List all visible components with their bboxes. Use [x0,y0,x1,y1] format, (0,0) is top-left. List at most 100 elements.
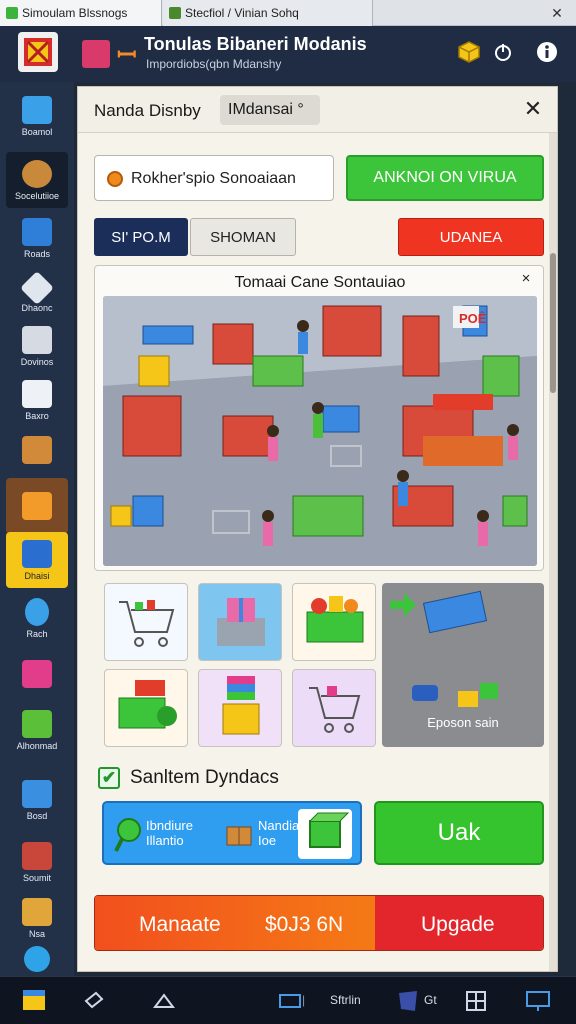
sidebar-item-label: Socelutiioe [14,190,60,201]
browser-tab-2[interactable]: Stecfiol / Vinian Sohq [163,0,373,26]
green-cube-icon [309,812,350,848]
product-tile-pink-cart[interactable] [292,669,376,747]
checkbox[interactable]: ✔ [98,767,120,789]
tab-favicon-icon [169,7,181,19]
dialog-header: Nanda Disnby IMdansai ° ✕ [78,87,557,133]
sanitem-checkbox-row[interactable]: ✔ Sanltem Dyndacs [98,767,279,789]
package-box-icon [226,826,252,846]
update-price-segment[interactable]: Manaate $0J3 6N [95,896,375,950]
update-bar[interactable]: Manaate $0J3 6N Upgade [94,895,544,951]
sidebar-item-label: Roads [23,248,50,259]
magnifier-icon [114,818,141,852]
sidebar-item-3[interactable]: Dhaonc [6,266,68,322]
tab-favicon-icon [6,7,18,19]
box-white-icon [22,379,52,408]
green-basket-icon [306,596,364,643]
sidebar-item-4[interactable]: Dovinos [6,318,68,374]
dialog-chip[interactable]: IMdansai ° [220,95,320,125]
stack-box-icon [222,676,260,735]
sidebar-item-label: Dhaonc [21,302,53,313]
hook-icon: ꟷ [117,42,137,69]
sidebar-item-15[interactable] [6,942,68,976]
grid-apps-icon[interactable] [462,987,490,1015]
sidebar-item-2[interactable]: Roads [6,210,68,266]
product-tile-cart[interactable] [104,583,188,661]
books-icon [22,539,52,568]
app-title: Tonulas Bibaneri Modanis [144,34,367,54]
cookie-icon [22,159,52,188]
upgrade-button[interactable]: Upgade [375,896,543,950]
scene-card: Tomaai Cane Sontauiao × POÊ [94,265,544,571]
sidebar-item-8[interactable]: Dhaisi [6,532,68,588]
promo-art-icon [390,590,498,707]
sidebar-item-6[interactable] [6,422,68,478]
sidebar-item-0[interactable]: Boamol [6,88,68,144]
product-tile-gift[interactable] [198,583,282,661]
sidebar-item-5[interactable]: Baxro [6,372,68,428]
info-icon[interactable] [534,39,560,65]
tab-show-button[interactable]: SHOMAN [190,218,296,256]
sidebar-item-label: Nsа [28,928,45,939]
dialog-title: Nanda Disnby [94,101,201,120]
cube-icon[interactable] [456,39,482,65]
info-text-3: Illantio [146,833,184,848]
dialog-close-icon[interactable]: ✕ [521,97,545,121]
sidebar-item-label: Baxro [25,410,49,421]
sidebar-item-1[interactable]: Socelutiioe [6,152,68,208]
product-tile-stack[interactable] [198,669,282,747]
update-left-label: Manaate [139,913,221,936]
upgrade-label: Upgade [421,913,495,936]
window-icon [22,217,52,246]
product-tile-green-crate[interactable] [104,669,188,747]
scrollbar-thumb[interactable] [550,253,556,393]
search-input[interactable] [131,166,327,192]
tab-shop-button[interactable]: SI' PO.M [94,218,188,256]
keyboard-icon[interactable] [276,987,304,1015]
monitor-icon[interactable] [524,987,552,1015]
app-logo-icon [18,32,58,72]
home-icon[interactable] [150,987,178,1015]
sidebar-item-7[interactable] [6,478,68,534]
cube-blue-icon [22,95,52,124]
pink-cart-icon [309,686,361,733]
search-field[interactable] [94,155,334,201]
sidebar-item-11[interactable]: Alhonmad [6,702,68,758]
sidebar-item-label: Boamol [21,126,53,137]
window-close-icon[interactable]: ✕ [548,4,566,22]
taskbar-text-1[interactable]: Sftrlin [330,993,361,1007]
scrollbar[interactable] [549,133,557,971]
browser-tab-strip: Simoulam Blssnogs Stecfiol / Vinian Sohq… [0,0,576,26]
app-header: ꟷ Tonulas Bibaneri Modanis Impordiobs(qb… [0,26,576,82]
promo-card[interactable]: Eposon sain [382,583,544,747]
scene-close-icon[interactable]: × [517,270,535,288]
tab-label: Simoulam Blssnogs [22,6,128,20]
orb-icon [24,946,50,972]
product-tile-basket[interactable] [292,583,376,661]
taskbar: | Sftrlin Gt [0,976,576,1024]
box-open-icon [20,270,54,305]
power-icon[interactable] [490,39,516,65]
shopping-cart-icon [119,600,175,647]
back-arrow-icon[interactable] [80,987,108,1015]
sidebar-item-13[interactable]: Soumit [6,834,68,890]
browser-tab-1[interactable]: Simoulam Blssnogs [0,0,162,26]
store-scene-image: POÊ [103,296,537,566]
uak-button[interactable]: Uak [374,801,544,865]
primary-action-button[interactable]: ANKNOI ON VIRUA [346,155,544,201]
taskbar-text-2[interactable]: Gt [424,993,437,1007]
promo-label: Eposon sain [427,715,499,730]
sidebar-item-9[interactable]: Rach [6,590,68,646]
shop-bag-icon [82,40,110,68]
app-subtitle: Impordiobs(qbn Mdanshy [146,57,282,71]
start-box-icon[interactable] [20,987,48,1015]
sidebar-item-12[interactable]: Bosd [6,772,68,828]
sidebar-item-10[interactable] [6,646,68,702]
shop-pink-icon [22,660,52,688]
update-red-button[interactable]: UDANEA [398,218,544,256]
info-card[interactable]: Ibndiure Illantio Nandia Ioe [102,801,362,865]
sidebar-item-label: Alhonmad [16,740,58,751]
update-price: $0J3 6N [265,913,344,936]
sidebar-item-14[interactable]: Nsа [6,890,68,946]
shield-icon[interactable] [394,987,422,1015]
package-icon [22,897,52,926]
